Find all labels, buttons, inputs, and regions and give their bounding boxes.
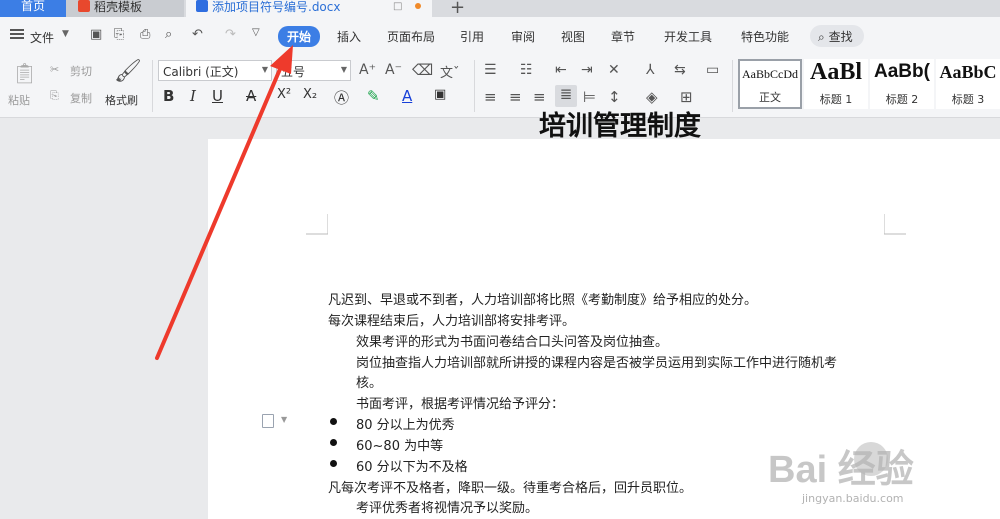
bullet-icon	[330, 418, 337, 425]
clear-format-icon[interactable]: ⌫	[412, 61, 433, 79]
tab-document-label: 添加项目符号编号.docx	[212, 0, 341, 14]
decrease-indent-icon[interactable]: ⇤	[555, 62, 567, 78]
save-icon[interactable]: ▣	[90, 27, 102, 42]
list-item[interactable]: 60~80 为中等	[356, 435, 443, 454]
font-size-select[interactable]: 五号 ▼	[276, 60, 351, 81]
list-item[interactable]: 60 分以下为不及格	[356, 456, 468, 475]
tab-chapter[interactable]: 章节	[611, 28, 635, 45]
paragraph-line[interactable]: 每次课程结束后，人力培训部将安排考评。	[328, 310, 575, 329]
bullet-icon	[330, 460, 337, 467]
paragraph-layout-icon[interactable]	[262, 414, 274, 428]
restore-window-icon[interactable]: □	[393, 1, 402, 12]
menu-file[interactable]: 文件	[30, 29, 54, 46]
paragraph-line[interactable]: 效果考评的形式为书面问卷结合口头问答及岗位抽查。	[356, 331, 668, 350]
style-heading-2[interactable]: AaBb( 标题 2	[870, 59, 934, 109]
margin-corner-mark	[884, 214, 906, 235]
bullet-list-icon[interactable]: ☰	[484, 62, 497, 78]
style-name: 正文	[759, 91, 781, 104]
italic-button[interactable]: I	[190, 87, 196, 105]
paragraph-line[interactable]: 凡迟到、早退或不到者，人力培训部将比照《考勤制度》给予相应的处分。	[328, 289, 757, 308]
chevron-down-icon: ▼	[261, 65, 268, 74]
paste-icon[interactable]: 📋︎	[12, 61, 37, 85]
underline-button[interactable]: U	[212, 87, 223, 105]
character-border-icon[interactable]: ▣	[434, 87, 446, 102]
search-button[interactable]: ⌕ 查找	[810, 25, 864, 47]
shrink-font-icon[interactable]: A⁻	[385, 62, 402, 78]
menu-bar: 文件 ▼ ▣ ⎘ ⎙ ⌕ ↶ ↷ ▽ 开始 插入 页面布局 引用 审阅 视图 章…	[0, 17, 1000, 57]
print-icon[interactable]: ⎙	[140, 27, 150, 42]
tab-review[interactable]: 审阅	[511, 28, 535, 45]
quick-access-more-icon[interactable]: ▽	[252, 27, 260, 38]
undo-icon[interactable]: ↶	[192, 27, 203, 42]
docer-logo-icon	[78, 0, 90, 12]
search-label: 查找	[828, 30, 853, 44]
font-color-icon[interactable]: A	[402, 87, 412, 105]
list-item[interactable]: 80 分以上为优秀	[356, 414, 455, 433]
numbered-list-icon[interactable]: ☷	[520, 62, 533, 78]
word-doc-icon	[196, 0, 208, 12]
font-name-value: Calibri (正文)	[163, 65, 239, 79]
text-direction-icon[interactable]: ⅄	[646, 62, 655, 78]
font-name-select[interactable]: Calibri (正文) ▼	[158, 60, 272, 81]
document-title[interactable]: 培训管理制度	[0, 104, 1000, 143]
bold-button[interactable]: B	[163, 87, 174, 105]
export-pdf-icon[interactable]: ⎘	[114, 27, 124, 42]
grow-font-icon[interactable]: A⁺	[359, 62, 376, 78]
style-sample: AaBbCcDd	[742, 67, 798, 81]
new-tab-button[interactable]: +	[450, 0, 465, 18]
unsaved-dot-icon	[415, 3, 421, 9]
tab-page-layout[interactable]: 页面布局	[387, 28, 435, 45]
tab-developer[interactable]: 开发工具	[664, 28, 712, 45]
style-sample: AaBl	[809, 59, 862, 85]
redo-icon[interactable]: ↷	[225, 27, 236, 42]
phonetic-guide-icon[interactable]: 文ˇ	[440, 62, 460, 81]
bullet-icon	[330, 439, 337, 446]
tab-insert[interactable]: 插入	[337, 28, 361, 45]
chevron-down-icon[interactable]: ▼	[281, 415, 287, 424]
margin-corner-mark	[306, 214, 328, 235]
strikethrough-button[interactable]: A	[246, 87, 256, 105]
watermark-url: jingyan.baidu.com	[802, 492, 904, 505]
tab-template-label: 稻壳模板	[94, 0, 143, 14]
tab-home[interactable]: 首页	[0, 0, 66, 17]
paragraph-line[interactable]: 考评优秀者将视情况予以奖励。	[356, 497, 538, 516]
tab-start[interactable]: 开始	[278, 26, 321, 47]
cut-icon[interactable]: ✂	[50, 63, 59, 76]
chevron-down-icon[interactable]: ▼	[62, 29, 69, 39]
paragraph-line[interactable]: 核。	[356, 372, 382, 391]
baidu-jingyan-watermark: Bai 经验 jingyan.baidu.com	[768, 430, 1000, 519]
style-normal[interactable]: AaBbCcDd 正文	[738, 59, 802, 109]
tab-special-features[interactable]: 特色功能	[741, 28, 789, 45]
paragraph-line[interactable]: 书面考评，根据考评情况给予评分：	[356, 393, 564, 412]
subscript-button[interactable]: X₂	[303, 87, 317, 102]
tab-template[interactable]: 稻壳模板	[66, 0, 184, 17]
search-icon: ⌕	[818, 30, 825, 44]
highlight-color-icon[interactable]: ✎	[367, 87, 380, 105]
copy-icon[interactable]: ⎘	[50, 89, 59, 103]
format-painter-icon[interactable]: 🖌︎	[114, 59, 142, 84]
cut-button[interactable]: 剪切	[70, 63, 92, 79]
style-heading-1[interactable]: AaBl 标题 1	[804, 59, 868, 109]
show-marks-icon[interactable]: ⇆	[674, 62, 686, 78]
style-sample: AaBbC	[939, 62, 997, 82]
style-sample: AaBb(	[874, 61, 930, 82]
tab-bar: 首页 稻壳模板 添加项目符号编号.docx □ +	[0, 0, 1000, 18]
table-grid-icon[interactable]: ▭	[706, 62, 719, 78]
increase-indent-icon[interactable]: ⇥	[581, 62, 593, 78]
paragraph-line[interactable]: 岗位抽查指人力培训部就所讲授的课程内容是否被学员运用到实际工作中进行随机考	[356, 352, 837, 371]
chinese-layout-icon[interactable]: ✕	[608, 62, 620, 78]
chevron-down-icon: ▼	[340, 65, 347, 74]
tab-view[interactable]: 视图	[561, 28, 585, 45]
paragraph-line[interactable]: 凡每次考评不及格者，降职一级。待重考合格后，回升员职位。	[328, 477, 692, 496]
font-size-value: 五号	[281, 65, 306, 79]
style-heading-3[interactable]: AaBbC 标题 3	[936, 59, 1000, 109]
print-preview-icon[interactable]: ⌕	[165, 27, 172, 42]
styles-gallery: AaBbCcDd 正文 AaBl 标题 1 AaBb( 标题 2 AaBbC 标…	[738, 59, 1000, 109]
tab-references[interactable]: 引用	[460, 28, 484, 45]
superscript-button[interactable]: X²	[277, 87, 291, 102]
hamburger-icon[interactable]	[10, 29, 24, 31]
watermark-main-text: Bai 经验	[768, 449, 914, 491]
